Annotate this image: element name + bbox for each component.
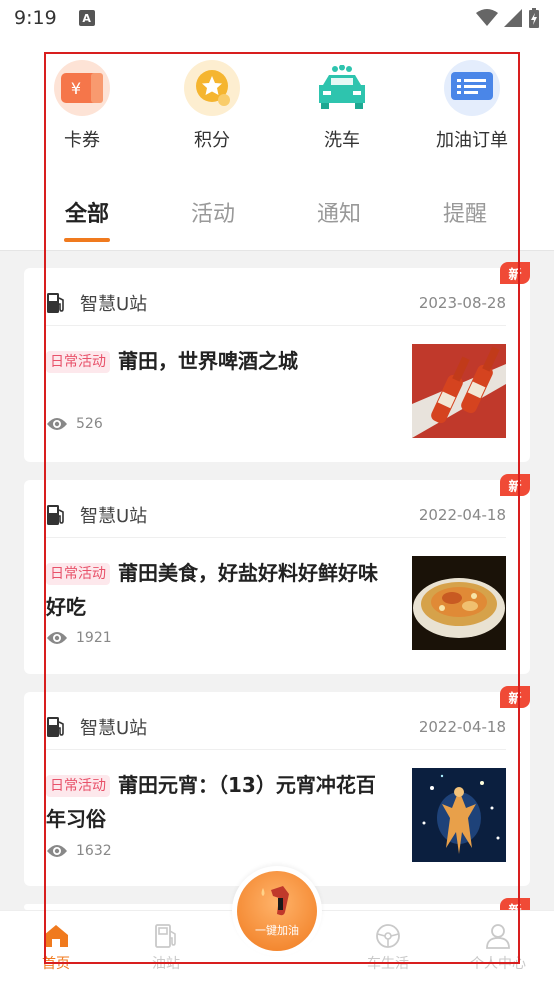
fuel-station-icon (155, 924, 176, 948)
tab-reminder[interactable]: 提醒 (402, 176, 528, 236)
card-title-text: 莆田，世界啤酒之城 (118, 349, 298, 373)
view-count-value: 1632 (76, 843, 112, 859)
nav-station[interactable]: 油站 (126, 923, 206, 973)
header-area: ¥ 卡券 积分 洗车 加油订单 全部 活动 通知 提醒 (0, 36, 554, 250)
card-title: 日常活动 莆田，世界啤酒之城 (46, 344, 384, 378)
nav-home-label: 首页 (42, 956, 70, 972)
user-icon (486, 924, 510, 949)
message-tabs: 全部 活动 通知 提醒 (0, 176, 554, 236)
tab-notice[interactable]: 通知 (276, 176, 402, 236)
view-count: 526 (46, 416, 103, 432)
activity-tag: 日常活动 (46, 351, 110, 373)
quick-link-label: 洗车 (324, 130, 360, 151)
fuel-pump-icon (47, 505, 64, 525)
card-thumbnail-beer[interactable] (412, 344, 506, 438)
status-icons (476, 8, 540, 28)
card-divider (46, 537, 506, 538)
view-count: 1921 (46, 630, 112, 646)
view-count-value: 526 (76, 416, 103, 432)
nav-car-life-label: 车生活 (367, 956, 409, 972)
one-click-refuel-button[interactable]: 一键加油 (232, 866, 322, 956)
card-source: 智慧U站 (80, 294, 148, 315)
nav-home[interactable]: 首页 (16, 923, 96, 973)
fuel-pump-icon (47, 717, 64, 737)
card-source: 智慧U站 (80, 506, 148, 527)
quick-link-label: 卡券 (64, 130, 100, 151)
notification-a-icon: A (78, 10, 95, 26)
card-date: 2022-04-18 (418, 718, 506, 736)
card-body: 日常活动 莆田，世界啤酒之城 (46, 344, 384, 378)
card-date: 2022-04-18 (418, 506, 506, 524)
tab-all[interactable]: 全部 (24, 176, 150, 236)
card-title: 日常活动 莆田元宵：（13）元宵冲花百年习俗 (46, 768, 384, 836)
quick-link-coupon[interactable]: ¥ 卡券 (18, 60, 146, 152)
card-body: 日常活动 莆田元宵：（13）元宵冲花百年习俗 (46, 768, 384, 836)
status-time: 9:19 (14, 7, 57, 29)
quick-links: ¥ 卡券 积分 洗车 加油订单 (18, 60, 536, 152)
card-divider (46, 749, 506, 750)
card-source: 智慧U站 (80, 718, 148, 739)
card-thumbnail-lantern[interactable] (412, 768, 506, 862)
wifi-icon (476, 9, 498, 26)
fuel-order-icon (444, 60, 500, 116)
divider (0, 250, 554, 251)
activity-tag: 日常活动 (46, 775, 110, 797)
nav-profile-label: 个人中心 (470, 956, 526, 972)
fab-label: 一键加油 (255, 924, 299, 937)
steering-wheel-icon (376, 924, 400, 948)
card-divider (46, 325, 506, 326)
nav-car-life[interactable]: 车生活 (348, 923, 428, 973)
status-bar: 9:19 A (0, 0, 554, 36)
message-card[interactable]: 新 智慧U站 2022-04-18 日常活动 莆田元宵：（13）元宵冲花百年习俗 … (24, 686, 530, 886)
eye-icon (47, 418, 67, 430)
battery-icon (529, 8, 539, 28)
svg-text:¥: ¥ (71, 79, 81, 98)
quick-link-label: 加油订单 (436, 130, 508, 151)
view-count-value: 1921 (76, 630, 112, 646)
new-badge: 新 (500, 262, 530, 284)
card-thumbnail-food[interactable] (412, 556, 506, 650)
nav-station-label: 油站 (152, 956, 180, 972)
fab-inner: 一键加油 (237, 871, 317, 951)
quick-link-car-wash[interactable]: 洗车 (278, 60, 406, 152)
card-date: 2023-08-28 (418, 294, 506, 312)
message-card[interactable]: 新 智慧U站 2022-04-18 日常活动 莆田美食，好盐好料好鲜好味好吃 19… (24, 474, 530, 674)
points-star-icon (184, 60, 240, 116)
tab-activity[interactable]: 活动 (150, 176, 276, 236)
card-header: 智慧U站 2022-04-18 (46, 504, 506, 527)
quick-link-points[interactable]: 积分 (148, 60, 276, 152)
card-header: 智慧U站 2022-04-18 (46, 716, 506, 739)
view-count: 1632 (46, 843, 112, 859)
message-card[interactable]: 新 智慧U站 2023-08-28 日常活动 莆田，世界啤酒之城 526 (24, 262, 530, 462)
activity-tag: 日常活动 (46, 563, 110, 585)
eye-icon (47, 632, 67, 644)
card-title: 日常活动 莆田美食，好盐好料好鲜好味好吃 (46, 556, 384, 624)
card-body: 日常活动 莆田美食，好盐好料好鲜好味好吃 (46, 556, 384, 624)
new-badge: 新 (500, 474, 530, 496)
nav-profile[interactable]: 个人中心 (458, 923, 538, 973)
home-icon (44, 925, 68, 947)
eye-icon (47, 845, 67, 857)
card-header: 智慧U站 2023-08-28 (46, 292, 506, 315)
fuel-pump-icon (47, 293, 64, 313)
signal-icon (504, 9, 522, 27)
car-wash-icon (314, 60, 370, 116)
coupon-icon: ¥ (54, 60, 110, 116)
quick-link-label: 积分 (194, 130, 230, 151)
quick-link-fuel-order[interactable]: 加油订单 (408, 60, 536, 152)
fuel-nozzle-icon (261, 886, 289, 916)
new-badge: 新 (500, 686, 530, 708)
